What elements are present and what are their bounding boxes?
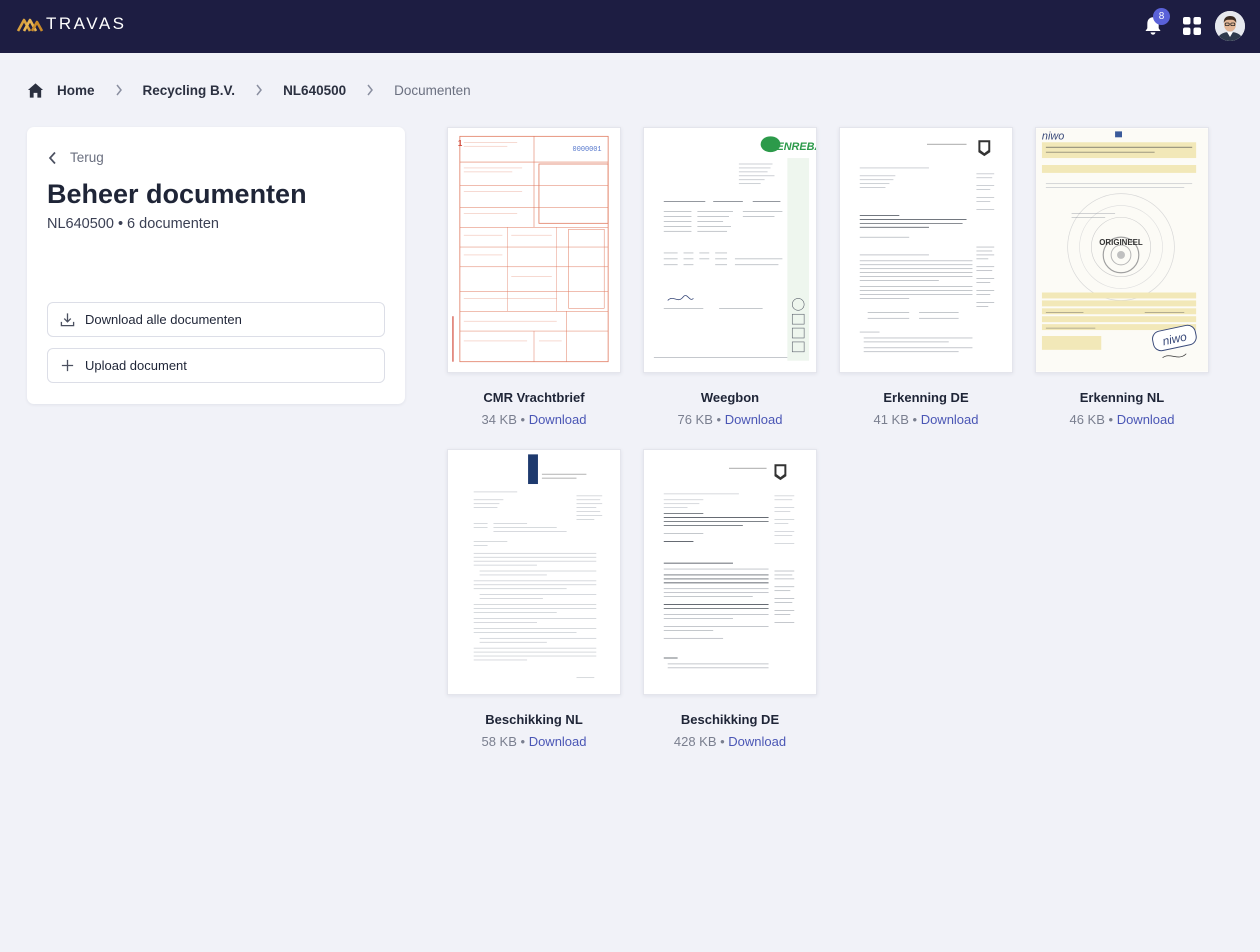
- document-meta: 428 KB • Download: [643, 734, 817, 749]
- erkenning-nl-document-preview: niwo ORIGINEEL niwo: [1036, 128, 1208, 372]
- meta-separator: •: [716, 734, 729, 749]
- top-navigation-bar: TRAVAS 8: [0, 0, 1260, 53]
- cmr-number: 0000001: [573, 146, 602, 154]
- brand-name: TRAVAS: [46, 14, 127, 33]
- cmr-document-preview: 1 0000001: [452, 135, 609, 363]
- beschikking-nl-document-preview: [473, 454, 603, 678]
- meta-separator: •: [908, 412, 921, 427]
- document-thumbnail[interactable]: niwo ORIGINEEL niwo: [1035, 127, 1209, 373]
- document-card-beschikking-de: Beschikking DE 428 KB • Download: [643, 449, 817, 749]
- user-avatar-image: [1215, 11, 1245, 41]
- document-meta: 46 KB • Download: [1035, 412, 1209, 427]
- breadcrumb-home[interactable]: Home: [57, 83, 95, 98]
- document-size: 46 KB: [1069, 412, 1105, 427]
- document-name: Erkenning DE: [883, 390, 969, 405]
- document-thumbnail[interactable]: ENREBA: [643, 127, 817, 373]
- document-thumbnail[interactable]: [447, 449, 621, 695]
- breadcrumb-company[interactable]: Recycling B.V.: [143, 83, 236, 98]
- breadcrumb-current: Documenten: [394, 82, 471, 98]
- upload-label: Upload document: [85, 358, 187, 373]
- document-name: Beschikking DE: [680, 712, 780, 727]
- document-size: 76 KB: [677, 412, 713, 427]
- download-all-button[interactable]: Download alle documenten: [47, 302, 385, 337]
- erkenning-de-document-preview: [859, 140, 995, 353]
- document-card-beschikking-nl: Beschikking NL 58 KB • Download: [447, 449, 621, 749]
- back-button[interactable]: Terug: [48, 150, 104, 165]
- download-link[interactable]: Download: [725, 412, 783, 427]
- document-card-weegbon: ENREBA: [643, 127, 817, 427]
- document-card-erkenning-nl: niwo ORIGINEEL niwo Erkenning NL 46 KB •…: [1035, 127, 1209, 427]
- chevron-right-icon: [115, 84, 122, 96]
- beschikking-de-document-preview: [663, 464, 795, 669]
- document-name: Erkenning NL: [1079, 390, 1165, 405]
- plus-icon: [61, 359, 74, 372]
- origineel-stamp: ORIGINEEL: [1099, 238, 1143, 247]
- page-subtitle: NL640500 • 6 documenten: [47, 216, 219, 232]
- home-icon[interactable]: [27, 82, 44, 99]
- chevron-left-icon: [48, 151, 56, 164]
- document-size: 58 KB: [481, 734, 517, 749]
- apps-grid-icon[interactable]: [1183, 17, 1201, 35]
- download-icon: [60, 313, 75, 327]
- download-link[interactable]: Download: [728, 734, 786, 749]
- document-thumbnail[interactable]: [643, 449, 817, 695]
- document-thumbnail[interactable]: [839, 127, 1013, 373]
- chevron-right-icon: [256, 84, 263, 96]
- breadcrumb-location[interactable]: NL640500: [283, 83, 346, 98]
- download-link[interactable]: Download: [921, 412, 979, 427]
- weegbon-brand: ENREBA: [776, 141, 816, 153]
- document-size: 34 KB: [481, 412, 517, 427]
- upload-document-button[interactable]: Upload document: [47, 348, 385, 383]
- chevron-right-icon: [367, 84, 374, 96]
- download-all-label: Download alle documenten: [85, 312, 242, 327]
- page-title: Beheer documenten: [47, 179, 307, 209]
- download-link[interactable]: Download: [529, 412, 587, 427]
- breadcrumb: Home Recycling B.V. NL640500 Documenten: [27, 80, 471, 100]
- document-name: Weegbon: [700, 390, 760, 405]
- document-card-erkenning-de: Erkenning DE 41 KB • Download: [839, 127, 1013, 427]
- document-meta: 41 KB • Download: [839, 412, 1013, 427]
- document-size: 428 KB: [673, 734, 717, 749]
- download-link[interactable]: Download: [1117, 412, 1175, 427]
- meta-separator: •: [1104, 412, 1117, 427]
- meta-separator: •: [516, 412, 529, 427]
- back-label: Terug: [70, 150, 104, 165]
- document-meta: 76 KB • Download: [643, 412, 817, 427]
- weegbon-document-preview: ENREBA: [653, 136, 816, 361]
- user-avatar[interactable]: [1215, 11, 1245, 41]
- document-meta: 34 KB • Download: [447, 412, 621, 427]
- document-name: CMR Vrachtbrief: [483, 390, 585, 405]
- travas-logo[interactable]: TRAVAS: [16, 14, 127, 34]
- notification-badge: 8: [1153, 8, 1170, 25]
- travas-logo-icon: [16, 18, 44, 32]
- svg-text:1: 1: [458, 139, 463, 148]
- niwo-logo-top: niwo: [1042, 130, 1064, 142]
- meta-separator: •: [516, 734, 529, 749]
- document-management-panel: Terug Beheer documenten NL640500 • 6 doc…: [27, 127, 405, 404]
- download-link[interactable]: Download: [529, 734, 587, 749]
- document-name: Beschikking NL: [485, 712, 583, 727]
- document-thumbnail[interactable]: 1 0000001: [447, 127, 621, 373]
- document-size: 41 KB: [873, 412, 909, 427]
- meta-separator: •: [712, 412, 725, 427]
- document-meta: 58 KB • Download: [447, 734, 621, 749]
- document-card-cmr: 1 0000001 CMR Vrachtbrief 34 KB • Downlo…: [447, 127, 621, 427]
